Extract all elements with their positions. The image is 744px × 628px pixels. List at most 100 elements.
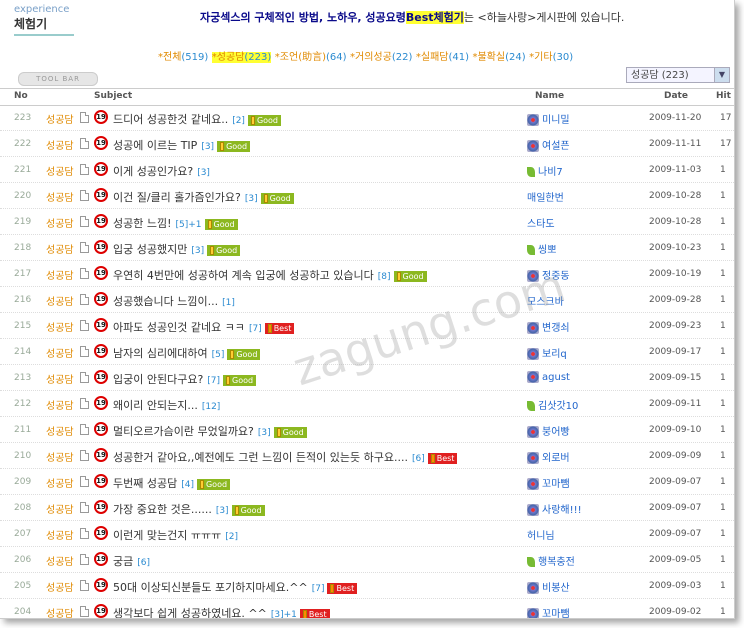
category-filter-item[interactable]: *전체(519) — [158, 52, 208, 63]
post-subject[interactable]: 멀티오르가슴이란 무었일까요? [3] Good — [113, 423, 307, 439]
table-row[interactable]: 216 성공담 19 성공했습니다 느낌이... [1] 모스크바 2009-09-28 1 — [0, 287, 734, 313]
author-name[interactable]: 스타도 — [527, 215, 555, 230]
post-subject[interactable]: 성공에 이르는 TIP [3] Good — [113, 137, 251, 153]
table-row[interactable]: 214 성공담 19 남자의 심리에대하여 [5] Good 보리q 2009-09-17 1 — [0, 339, 734, 365]
author-name[interactable]: 외로버 — [527, 449, 570, 464]
category-filter-item[interactable]: *기타(30) — [529, 52, 573, 63]
table-row[interactable]: 213 성공담 19 입궁이 안된다구요? [7] Good agust 2009-09-15… — [0, 365, 734, 391]
author-name[interactable]: 행복충전 — [527, 553, 575, 568]
post-subject[interactable]: 아파도 성공인것 같네요 ㅋㅋ [7] Best — [113, 319, 295, 335]
post-subject[interactable]: 생각보다 쉽게 성공하였네요. ^^ [3]+1 Best — [113, 605, 330, 618]
author-name[interactable]: 매일한번 — [527, 189, 564, 204]
author-name[interactable]: 씽뽀 — [527, 241, 556, 256]
table-row[interactable]: 221 성공담 19 이게 성공인가요? [3] 나비7 2009-11-03 1 — [0, 157, 734, 183]
category-filter-item[interactable]: *실패담(41) — [416, 52, 469, 63]
post-subject[interactable]: 드디어 성공한것 같네요.. [2] Good — [113, 111, 282, 127]
author-name[interactable]: agust — [527, 371, 570, 383]
author-name[interactable]: 붕어빵 — [527, 423, 570, 438]
table-row[interactable]: 211 성공담 19 멀티오르가슴이란 무었일까요? [3] Good 붕어빵 2009-09… — [0, 417, 734, 443]
post-category[interactable]: 성공담 — [46, 527, 74, 542]
author-name[interactable]: 보리q — [527, 345, 567, 360]
post-subject[interactable]: 우연히 4번만에 성공하여 계속 입궁에 성공하고 있습니다 [8] Good — [113, 267, 427, 283]
post-title[interactable]: 성공한 느낌! — [113, 217, 172, 230]
author-name[interactable]: 꼬마뺌 — [527, 475, 570, 490]
post-category[interactable]: 성공담 — [46, 605, 74, 618]
author-name[interactable]: 김삿갓10 — [527, 397, 578, 412]
post-category[interactable]: 성공담 — [46, 189, 74, 204]
post-subject[interactable]: 성공한거 같아요,,예전에도 그런 느낌이 든적이 있는듯 하구요.... [6]… — [113, 449, 458, 465]
post-category[interactable]: 성공담 — [46, 397, 74, 412]
post-subject[interactable]: 입궁이 안된다구요? [7] Good — [113, 371, 257, 387]
post-title[interactable]: 우연히 4번만에 성공하여 계속 입궁에 성공하고 있습니다 — [113, 269, 374, 282]
table-row[interactable]: 219 성공담 19 성공한 느낌! [5]+1 Good 스타도 2009-10-28 1 — [0, 209, 734, 235]
post-title[interactable]: 입궁 성공했지만 — [113, 243, 187, 256]
post-title[interactable]: 이런게 맞는건지 ㅠㅠㅠ — [113, 529, 221, 542]
table-row[interactable]: 207 성공담 19 이런게 맞는건지 ㅠㅠㅠ [2] 허니님 2009-09-07 1 — [0, 521, 734, 547]
post-subject[interactable]: 이건 질/클리 홀가즘인가요? [3] Good — [113, 189, 294, 205]
table-row[interactable]: 212 성공담 19 왜이리 안되는지... [12] 김삿갓10 2009-09-11 1 — [0, 391, 734, 417]
category-filter-item[interactable]: *거의성공(22) — [350, 52, 412, 63]
post-category[interactable]: 성공담 — [46, 553, 74, 568]
post-category[interactable]: 성공담 — [46, 501, 74, 516]
post-category[interactable]: 성공담 — [46, 345, 74, 360]
author-name[interactable]: 변갱쇠 — [527, 319, 570, 334]
post-title[interactable]: 성공에 이르는 TIP — [113, 139, 197, 152]
post-subject[interactable]: 두번째 성공담 [4] Good — [113, 475, 231, 491]
post-title[interactable]: 성공했습니다 느낌이... — [113, 295, 218, 308]
post-subject[interactable]: 가장 중요한 것은...... [3] Good — [113, 501, 265, 517]
table-row[interactable]: 205 성공담 19 50대 이상되신분들도 포기하지마세요.^^ [7] Best 비봉산… — [0, 573, 734, 599]
post-subject[interactable]: 입궁 성공했지만 [3] Good — [113, 241, 241, 257]
post-subject[interactable]: 왜이리 안되는지... [12] — [113, 397, 220, 413]
post-subject[interactable]: 이런게 맞는건지 ㅠㅠㅠ [2] — [113, 527, 238, 543]
post-title[interactable]: 생각보다 쉽게 성공하였네요. ^^ — [113, 607, 267, 618]
table-row[interactable]: 222 성공담 19 성공에 이르는 TIP [3] Good 여설픈 2009-11-11 1… — [0, 131, 734, 157]
post-category[interactable]: 성공담 — [46, 423, 74, 438]
author-name[interactable]: 나비7 — [527, 163, 563, 178]
author-name[interactable]: 정중동 — [527, 267, 570, 282]
post-subject[interactable]: 50대 이상되신분들도 포기하지마세요.^^ [7] Best — [113, 579, 358, 595]
category-filter-item[interactable]: *조언(助言)(64) — [275, 52, 347, 63]
table-row[interactable]: 215 성공담 19 아파도 성공인것 같네요 ㅋㅋ [7] Best 변갱쇠 2009-09… — [0, 313, 734, 339]
author-name[interactable]: 꼬마뺌 — [527, 605, 570, 618]
author-name[interactable]: 모스크바 — [527, 293, 564, 308]
post-category[interactable]: 성공담 — [46, 163, 74, 178]
post-title[interactable]: 이건 질/클리 홀가즘인가요? — [113, 191, 241, 204]
post-title[interactable]: 아파도 성공인것 같네요 ㅋㅋ — [113, 321, 245, 334]
post-title[interactable]: 멀티오르가슴이란 무었일까요? — [113, 425, 254, 438]
post-subject[interactable]: 성공했습니다 느낌이... [1] — [113, 293, 235, 309]
post-category[interactable]: 성공담 — [46, 293, 74, 308]
post-category[interactable]: 성공담 — [46, 371, 74, 386]
post-subject[interactable]: 남자의 심리에대하여 [5] Good — [113, 345, 261, 361]
post-title[interactable]: 이게 성공인가요? — [113, 165, 193, 178]
post-title[interactable]: 성공한거 같아요,,예전에도 그런 느낌이 든적이 있는듯 하구요.... — [113, 451, 408, 464]
table-row[interactable]: 206 성공담 19 궁금 [6] 행복충전 2009-09-05 1 — [0, 547, 734, 573]
post-title[interactable]: 드디어 성공한것 같네요.. — [113, 113, 228, 126]
author-name[interactable]: 미니밀 — [527, 111, 570, 126]
table-row[interactable]: 204 성공담 19 생각보다 쉽게 성공하였네요. ^^ [3]+1 Best 꼬마뺌 20… — [0, 599, 734, 618]
post-title[interactable]: 궁금 — [113, 555, 133, 568]
notice-highlight[interactable]: Best체험기 — [405, 11, 464, 24]
post-category[interactable]: 성공담 — [46, 579, 74, 594]
toolbar-button[interactable]: TOOL BAR — [18, 72, 98, 86]
table-row[interactable]: 218 성공담 19 입궁 성공했지만 [3] Good 씽뽀 2009-10-23 1 — [0, 235, 734, 261]
post-title[interactable]: 가장 중요한 것은...... — [113, 503, 212, 516]
post-category[interactable]: 성공담 — [46, 215, 74, 230]
post-subject[interactable]: 성공한 느낌! [5]+1 Good — [113, 215, 238, 231]
table-row[interactable]: 220 성공담 19 이건 질/클리 홀가즘인가요? [3] Good 매일한번 2009-1… — [0, 183, 734, 209]
post-category[interactable]: 성공담 — [46, 449, 74, 464]
post-title[interactable]: 두번째 성공담 — [113, 477, 177, 490]
author-name[interactable]: 여설픈 — [527, 137, 570, 152]
table-row[interactable]: 217 성공담 19 우연히 4번만에 성공하여 계속 입궁에 성공하고 있습니다 [8… — [0, 261, 734, 287]
post-subject[interactable]: 이게 성공인가요? [3] — [113, 163, 210, 179]
post-category[interactable]: 성공담 — [46, 475, 74, 490]
author-name[interactable]: 비봉산 — [527, 579, 570, 594]
post-subject[interactable]: 궁금 [6] — [113, 553, 150, 569]
post-title[interactable]: 남자의 심리에대하여 — [113, 347, 208, 360]
post-category[interactable]: 성공담 — [46, 319, 74, 334]
post-category[interactable]: 성공담 — [46, 111, 74, 126]
category-filter-item[interactable]: *불확실(24) — [473, 52, 526, 63]
post-title[interactable]: 입궁이 안된다구요? — [113, 373, 203, 386]
post-category[interactable]: 성공담 — [46, 241, 74, 256]
post-title[interactable]: 왜이리 안되는지... — [113, 399, 198, 412]
table-row[interactable]: 223 성공담 19 드디어 성공한것 같네요.. [2] Good 미니밀 2009-11-… — [0, 105, 734, 131]
